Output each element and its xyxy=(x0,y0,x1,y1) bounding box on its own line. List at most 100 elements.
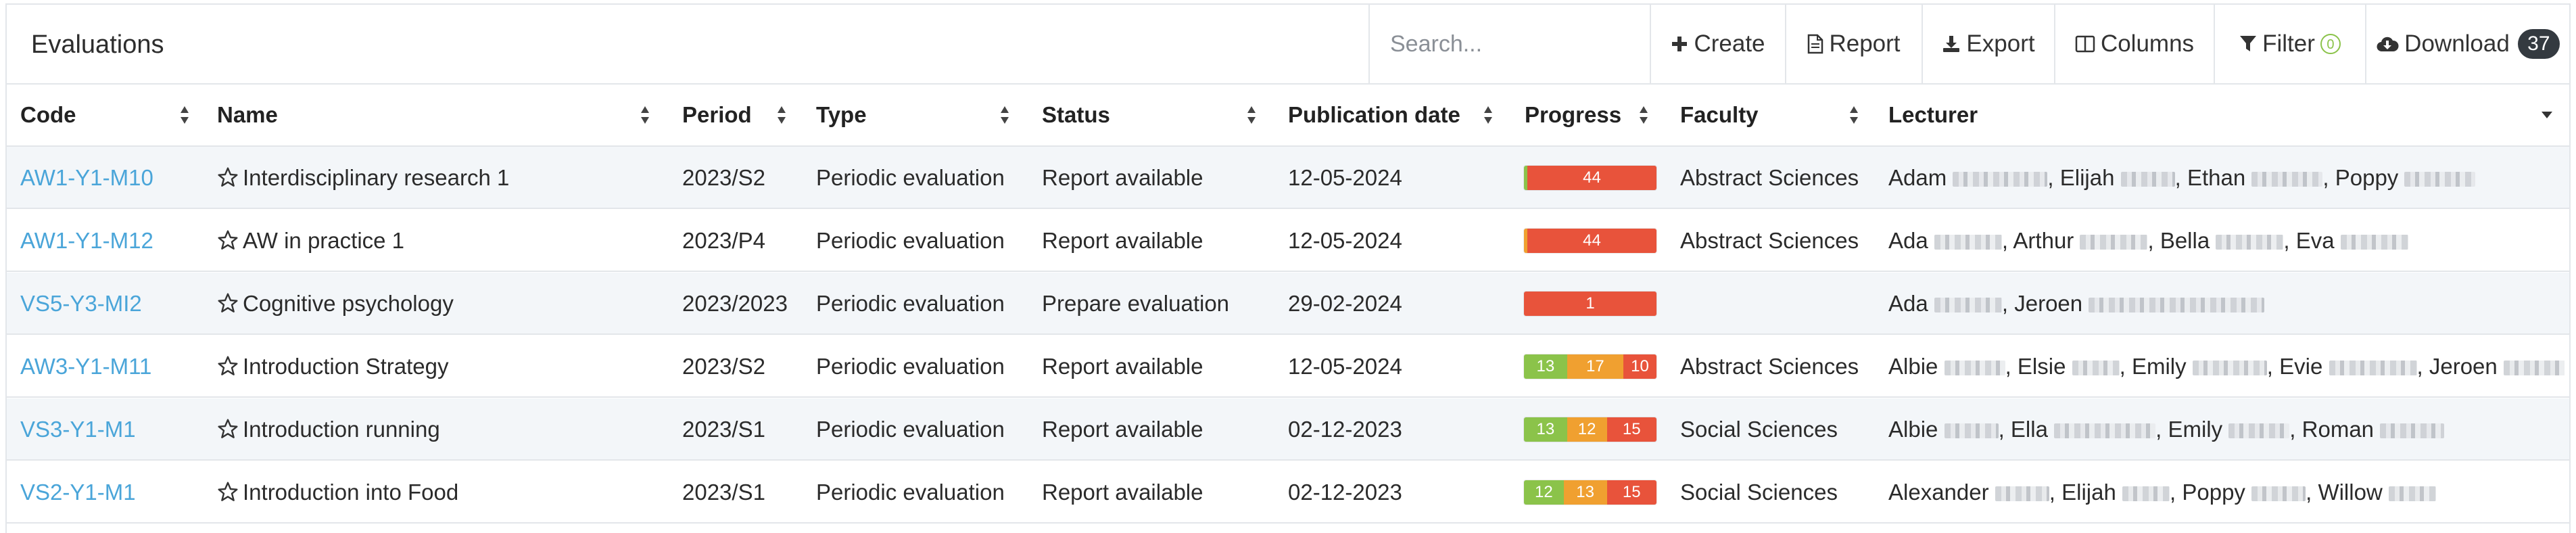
progress-segment: 1 xyxy=(1524,292,1656,316)
type-cell: Periodic evaluation xyxy=(816,228,1005,253)
col-header-progress[interactable]: Progress xyxy=(1525,85,1621,145)
favorite-star-icon[interactable] xyxy=(217,338,239,398)
lecturer-first-name: Roman xyxy=(2301,417,2375,442)
period-cell: 2023/P4 xyxy=(682,228,765,253)
period-cell: 2023/S1 xyxy=(682,417,765,442)
sort-desc-icon[interactable] xyxy=(2541,110,2553,120)
search-box[interactable] xyxy=(1368,5,1650,83)
table-row[interactable]: VS3-Y1-M1 Introduction running 2023/S1 Peri… xyxy=(7,398,2569,461)
lecturer-first-name: Ella xyxy=(2010,417,2048,442)
page-title: Evaluations xyxy=(31,30,164,59)
lecturer-cell: Adam , Elijah , Ethan , Poppy xyxy=(1888,147,2565,209)
evaluations-panel: Evaluations Create Report Export xyxy=(5,3,2571,533)
progress-segment: 10 xyxy=(1623,354,1656,379)
type-cell: Periodic evaluation xyxy=(816,354,1005,379)
period-cell: 2023/S2 xyxy=(682,165,765,190)
columns-button[interactable]: Columns xyxy=(2054,5,2214,83)
status-cell: Report available xyxy=(1042,417,1203,442)
table-row[interactable]: AW1-Y1-M12 AW in practice 1 2023/P4 Periodi… xyxy=(7,210,2569,272)
create-button[interactable]: Create xyxy=(1650,5,1785,83)
table-row[interactable]: VS5-Y3-MI2 Cognitive psychology 2023/2023 P… xyxy=(7,273,2569,335)
code-link[interactable]: VS3-Y1-M1 xyxy=(20,398,136,461)
code-link[interactable]: AW1-Y1-M12 xyxy=(20,210,153,272)
faculty-cell: Abstract Sciences xyxy=(1680,165,1859,190)
code-link[interactable]: VS2-Y1-M1 xyxy=(20,461,136,524)
lecturer-first-name: Ada xyxy=(1888,291,1928,316)
progress-segment: 13 xyxy=(1524,354,1567,379)
favorite-star-icon[interactable] xyxy=(217,212,239,272)
redacted-surname xyxy=(1944,361,2005,375)
progress-segment: 12 xyxy=(1567,417,1607,442)
progress-bar: 44 xyxy=(1524,166,1656,190)
favorite-star-icon[interactable] xyxy=(217,275,239,335)
col-header-period[interactable]: Period xyxy=(682,85,752,145)
progress-segment: 17 xyxy=(1567,354,1623,379)
redacted-surname xyxy=(2380,423,2445,438)
period-cell: 2023/S2 xyxy=(682,354,765,379)
faculty-cell: Abstract Sciences xyxy=(1680,354,1859,379)
report-button[interactable]: Report xyxy=(1785,5,1922,83)
col-header-name[interactable]: Name xyxy=(217,85,278,145)
name-cell: AW in practice 1 xyxy=(217,210,404,272)
lecturer-first-name: Eva xyxy=(2295,228,2335,253)
status-cell: Report available xyxy=(1042,354,1203,379)
redacted-surname xyxy=(1953,172,2048,187)
col-header-lecturer[interactable]: Lecturer xyxy=(1888,85,1978,145)
create-label: Create xyxy=(1694,30,1765,57)
filter-button[interactable]: Filter 0 xyxy=(2214,5,2365,83)
course-name: Introduction running xyxy=(243,417,440,442)
col-header-status[interactable]: Status xyxy=(1042,85,1110,145)
sort-icon[interactable] xyxy=(1849,106,1859,124)
code-link[interactable]: VS5-Y3-MI2 xyxy=(20,273,142,335)
lecturer-first-name: Jeroen xyxy=(2429,354,2498,379)
sort-icon[interactable] xyxy=(1483,106,1493,124)
col-header-type[interactable]: Type xyxy=(816,85,867,145)
col-header-code[interactable]: Code xyxy=(20,85,76,145)
sort-icon[interactable] xyxy=(180,106,189,124)
sort-icon[interactable] xyxy=(1639,106,1648,124)
code-link[interactable]: AW3-Y1-M11 xyxy=(20,335,151,398)
redacted-surname xyxy=(2122,486,2170,501)
export-button[interactable]: Export xyxy=(1922,5,2054,83)
col-header-publication-date[interactable]: Publication date xyxy=(1288,85,1460,145)
progress-segment: 12 xyxy=(1524,480,1564,505)
progress-bar: 1 xyxy=(1524,292,1656,316)
progress-bar: 13 12 15 xyxy=(1524,417,1656,442)
name-cell: Introduction running xyxy=(217,398,440,461)
progress-bar: 13 17 10 xyxy=(1524,354,1656,379)
progress-segment: 13 xyxy=(1563,480,1607,505)
table-header: Code Name Period Type Status Publication… xyxy=(7,85,2569,147)
progress-segment: 44 xyxy=(1527,229,1656,253)
redacted-surname xyxy=(2072,361,2120,375)
lecturer-cell: Albie , Elsie , Emily , Evie , Jeroen xyxy=(1888,335,2565,398)
code-link[interactable]: AW1-Y1-M10 xyxy=(20,147,153,209)
publication-date-cell: 29-02-2024 xyxy=(1288,291,1402,316)
table-row[interactable]: AW3-Y1-M11 Introduction Strategy 2023/S2 Pe… xyxy=(7,335,2569,398)
search-input[interactable] xyxy=(1370,5,1650,83)
course-name: AW in practice 1 xyxy=(243,228,405,253)
table-row[interactable]: AW1-Y1-M10 Interdisciplinary research 1 20… xyxy=(7,147,2569,209)
lecturer-first-name: Ada xyxy=(1888,228,1928,253)
sort-icon[interactable] xyxy=(777,106,786,124)
redacted-surname xyxy=(2340,235,2408,250)
publication-date-cell: 12-05-2024 xyxy=(1288,165,1402,190)
sort-icon[interactable] xyxy=(1247,106,1256,124)
favorite-star-icon[interactable] xyxy=(217,149,239,209)
favorite-star-icon[interactable] xyxy=(217,464,239,524)
type-cell: Periodic evaluation xyxy=(816,480,1005,505)
course-name: Cognitive psychology xyxy=(243,291,454,316)
lecturer-first-name: Jeroen xyxy=(2014,291,2083,316)
lecturer-cell: Alexander , Elijah , Poppy , Willow xyxy=(1888,461,2565,524)
sort-icon[interactable] xyxy=(1000,106,1009,124)
lecturer-first-name: Evie xyxy=(2279,354,2323,379)
name-cell: Interdisciplinary research 1 xyxy=(217,147,509,209)
toolbar: Evaluations Create Report Export xyxy=(7,5,2569,85)
col-header-faculty[interactable]: Faculty xyxy=(1680,85,1759,145)
sort-icon[interactable] xyxy=(640,106,650,124)
redacted-surname xyxy=(2251,486,2306,501)
favorite-star-icon[interactable] xyxy=(217,401,239,461)
table-row[interactable]: VS2-Y1-M1 Introduction into Food 2023/S1 Pe… xyxy=(7,461,2569,524)
lecturer-first-name: Alexander xyxy=(1888,480,1989,505)
publication-date-cell: 02-12-2023 xyxy=(1288,480,1402,505)
download-button[interactable]: Download 37 xyxy=(2365,5,2569,83)
